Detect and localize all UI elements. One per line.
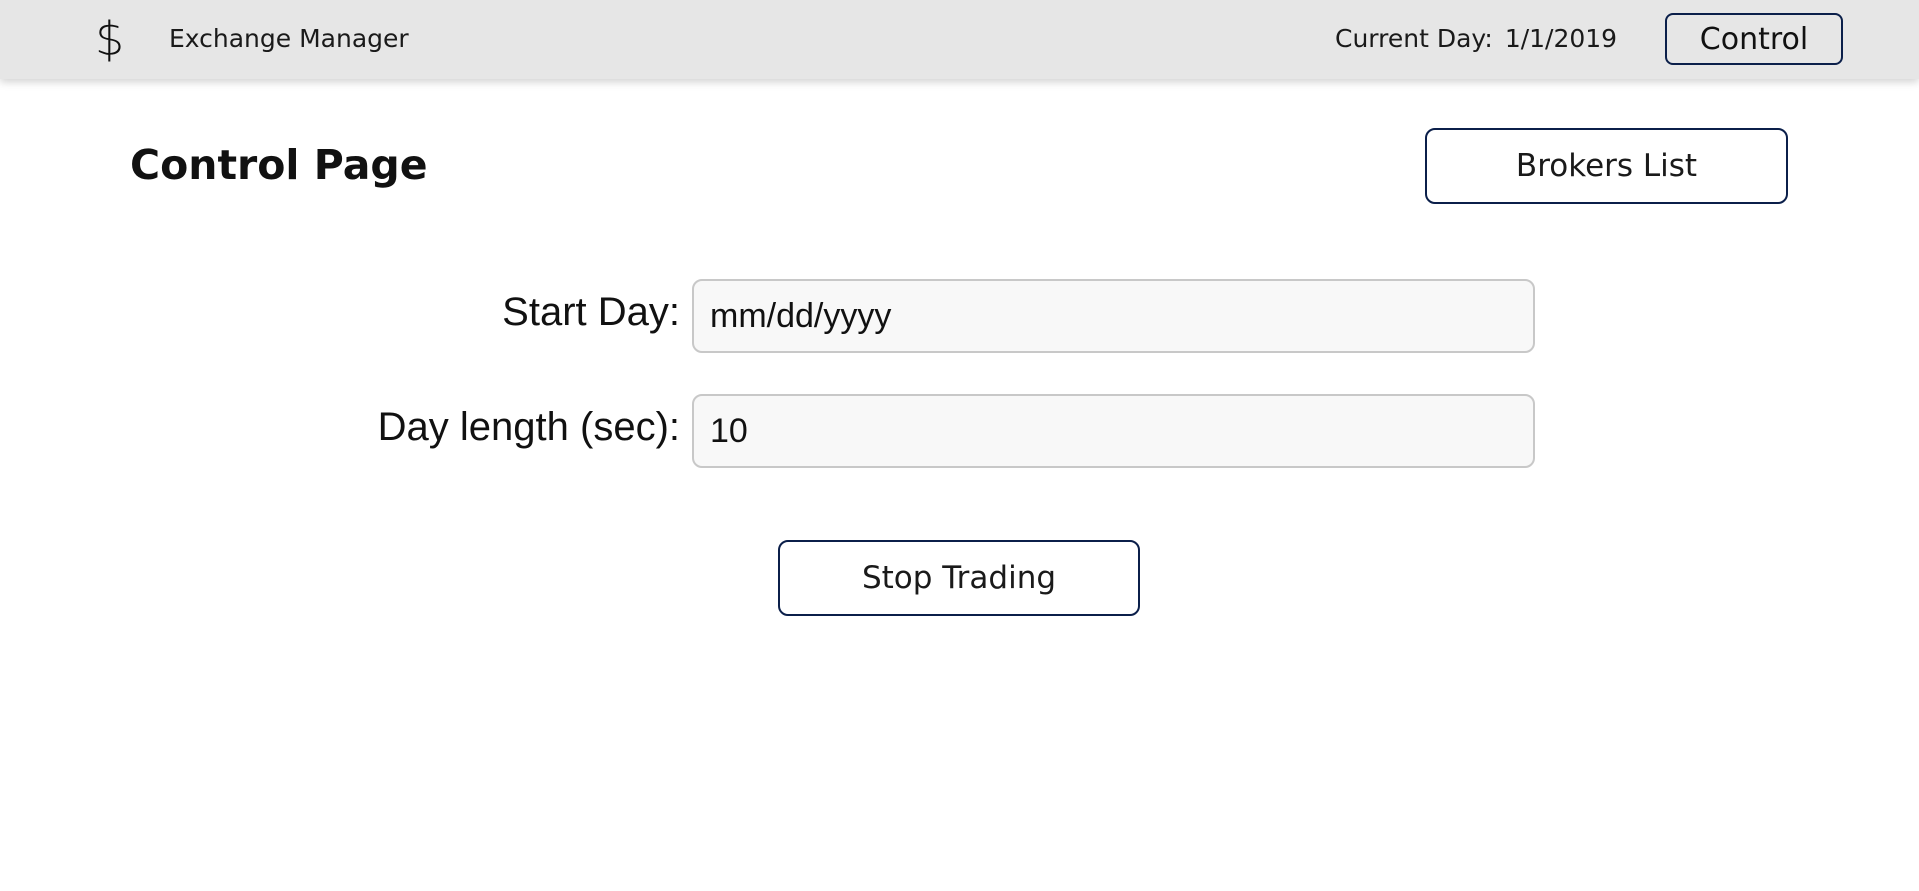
brokers-list-button[interactable]: Brokers List <box>1425 128 1788 204</box>
start-day-input[interactable] <box>692 279 1535 353</box>
current-day-display: Current Day: 1/1/2019 <box>1335 24 1617 54</box>
current-day-label: Current Day: <box>1335 24 1493 53</box>
top-navbar: $ Exchange Manager Current Day: 1/1/2019 … <box>0 0 1919 79</box>
dollar-icon[interactable]: $ <box>95 11 124 67</box>
stop-trading-button[interactable]: Stop Trading <box>778 540 1140 616</box>
start-day-label: Start Day: <box>502 290 680 334</box>
day-length-input[interactable] <box>692 394 1535 468</box>
day-length-label: Day length (sec): <box>377 405 680 449</box>
page-title: Control Page <box>130 141 428 189</box>
current-day-value: 1/1/2019 <box>1504 24 1618 53</box>
brand-title[interactable]: Exchange Manager <box>169 24 409 54</box>
control-nav-button[interactable]: Control <box>1665 13 1843 65</box>
